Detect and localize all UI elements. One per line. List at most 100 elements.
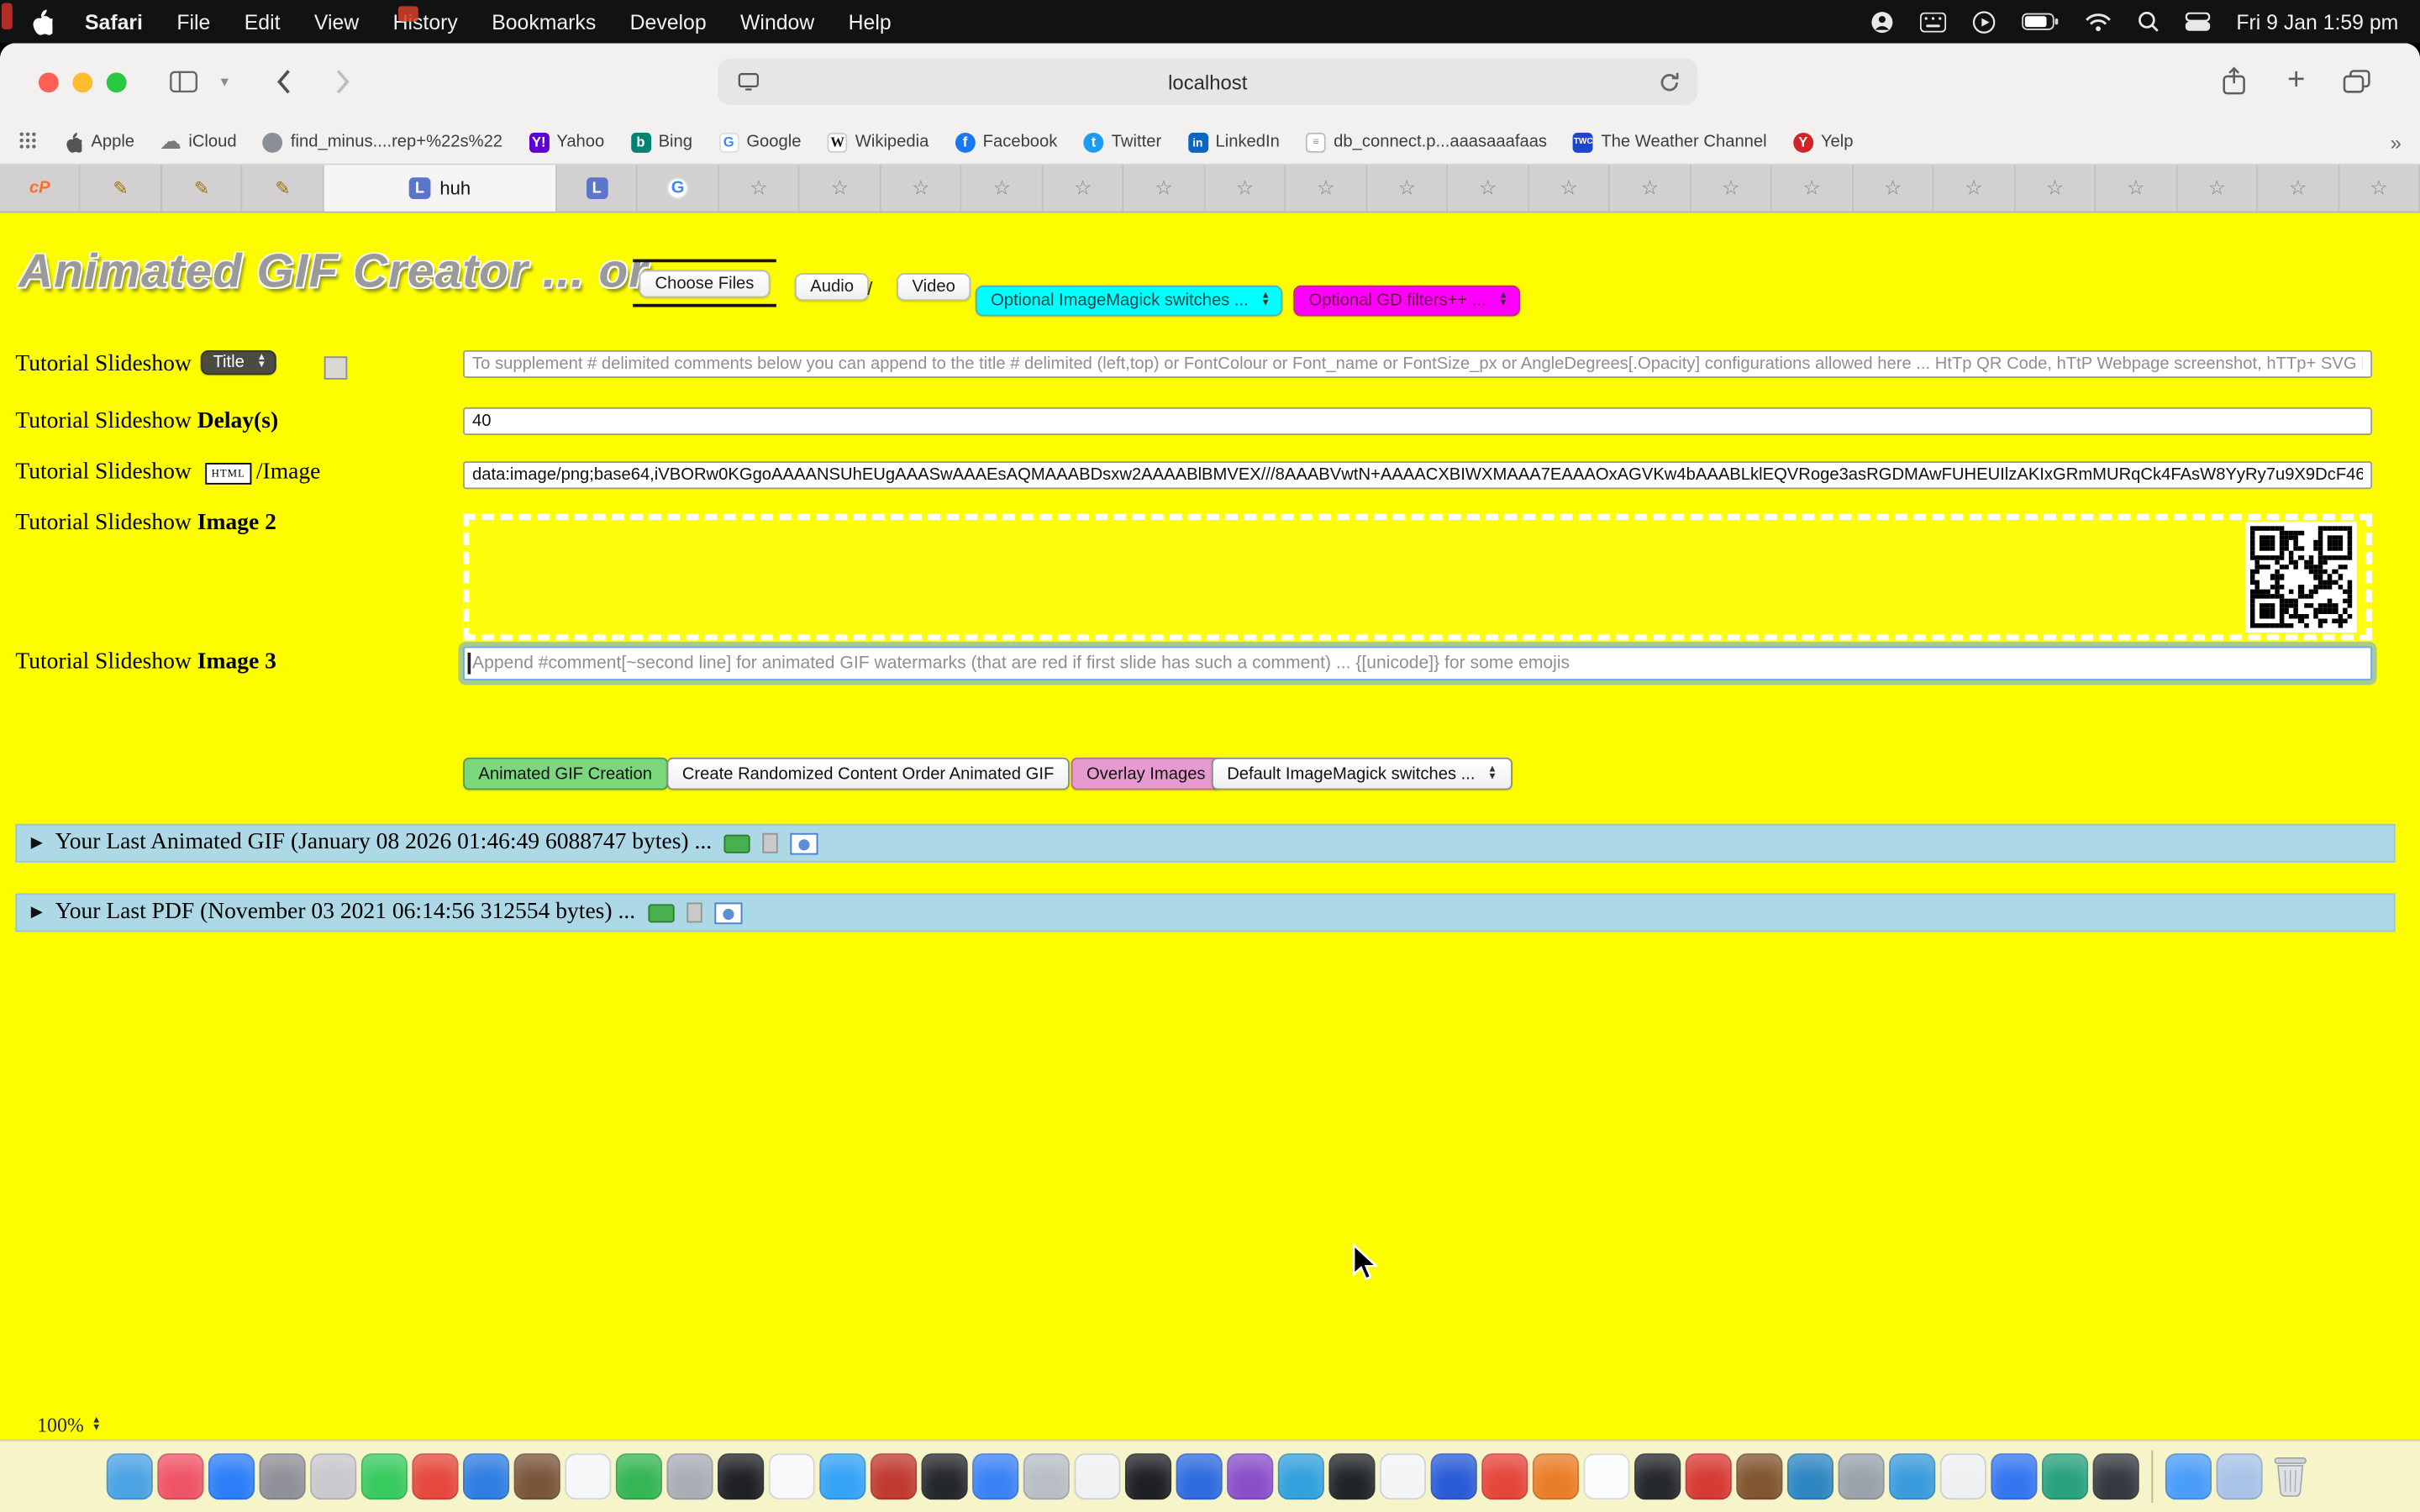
tab-editor-1[interactable]: ✎ (81, 165, 161, 212)
menu-develop[interactable]: Develop (613, 10, 723, 34)
menu-window[interactable]: Window (723, 10, 832, 34)
dock-downloads-folder[interactable] (2165, 1453, 2212, 1499)
menu-view[interactable]: View (297, 10, 376, 34)
tab-bookmarked-2[interactable]: ☆ (800, 165, 881, 212)
dock-app-books[interactable] (514, 1453, 560, 1499)
last-animated-gif-summary[interactable]: ▶ Your Last Animated GIF (January 08 202… (15, 824, 2395, 863)
dock-app-docs[interactable] (1991, 1453, 2037, 1499)
delay-input[interactable] (463, 407, 2372, 435)
menu-edit[interactable]: Edit (228, 10, 297, 34)
favorite-google[interactable]: GGoogle (718, 132, 801, 152)
address-bar[interactable]: localhost (718, 59, 1697, 105)
dock-app-photos[interactable] (565, 1453, 611, 1499)
dock-trash[interactable] (2267, 1453, 2313, 1499)
dock-app-notes[interactable] (1583, 1453, 1629, 1499)
choose-files-button[interactable]: Choose Files (639, 270, 770, 297)
title-config-input[interactable] (463, 350, 2372, 378)
control-center-icon[interactable] (2186, 13, 2210, 31)
image-thumbnail-icon[interactable] (791, 832, 818, 854)
image-thumbnail-icon[interactable] (714, 902, 742, 924)
tab-bookmarked-21[interactable]: ☆ (2339, 165, 2420, 212)
gd-filters-select[interactable]: Optional GD filters++ ...▲▼ (1293, 286, 1520, 317)
menu-safari[interactable]: Safari (68, 10, 160, 34)
tab-bookmarked-20[interactable]: ☆ (2258, 165, 2338, 212)
tab-bookmarked-12[interactable]: ☆ (1610, 165, 1691, 212)
tab-bookmarked-17[interactable]: ☆ (2015, 165, 2096, 212)
tab-bookmarked-3[interactable]: ☆ (881, 165, 962, 212)
dock-app-dropbox[interactable] (1787, 1453, 1833, 1499)
animated-gif-creation-button[interactable]: Animated GIF Creation (463, 758, 667, 790)
dock-app-facetime[interactable] (412, 1453, 458, 1499)
tab-bookmarked-18[interactable]: ☆ (2096, 165, 2177, 212)
dock-app-filezilla[interactable] (871, 1453, 917, 1499)
menu-file[interactable]: File (160, 10, 227, 34)
tab-bookmarked-13[interactable]: ☆ (1691, 165, 1772, 212)
favorite-bing[interactable]: bBing (631, 132, 693, 152)
video-button[interactable]: Video (897, 273, 971, 301)
image2-drop-zone[interactable] (463, 514, 2372, 641)
favorite-icloud[interactable]: ☁iCloud (160, 132, 236, 152)
favorite-facebook[interactable]: fFacebook (955, 132, 1058, 152)
dock-app-coffee[interactable] (1736, 1453, 1782, 1499)
dock-documents-folder[interactable] (2217, 1453, 2263, 1499)
font-colour-swatch[interactable] (324, 356, 348, 380)
dock-app-safari[interactable] (819, 1453, 865, 1499)
now-playing-icon[interactable] (1972, 10, 1996, 34)
file-thumbnail-icon[interactable] (687, 902, 702, 922)
minimize-window-button[interactable] (72, 72, 92, 92)
apple-menu[interactable] (15, 8, 67, 34)
dock-app-preview[interactable] (310, 1453, 356, 1499)
menu-help[interactable]: Help (831, 10, 908, 34)
sidebar-toggle-icon[interactable] (170, 71, 197, 100)
dock-app-developer[interactable] (1125, 1453, 1171, 1499)
dock-app-media-player[interactable] (1686, 1453, 1732, 1499)
dock-app-phone[interactable] (616, 1453, 662, 1499)
default-switches-select[interactable]: Default ImageMagick switches ...▲▼ (1212, 758, 1512, 790)
favorite-find-minus[interactable]: find_minus....rep+%22s%22 (263, 132, 502, 152)
favorites-overflow-chevron[interactable]: » (2391, 130, 2402, 154)
keyboard-icon[interactable] (1920, 12, 1946, 32)
image-data-input[interactable] (463, 461, 2372, 489)
share-icon[interactable] (2223, 66, 2246, 103)
dock-app-numbers[interactable] (1380, 1453, 1426, 1499)
dock-app-code-editor[interactable] (1328, 1453, 1375, 1499)
dock-app-terminal[interactable] (922, 1453, 968, 1499)
dock-app-sheets[interactable] (1940, 1453, 1986, 1499)
user-status-icon[interactable] (1870, 10, 1894, 34)
favorite-db-connect[interactable]: ≡db_connect.p...aaasaaafaas (1306, 132, 1547, 152)
menu-bookmarks[interactable]: Bookmarks (475, 10, 613, 34)
favorite-weather-channel[interactable]: TWCThe Weather Channel (1573, 132, 1766, 152)
menu-bar-clock[interactable]: Fri 9 Jan 1:59 pm (2236, 10, 2404, 34)
dock-app-word[interactable] (1431, 1453, 1477, 1499)
disclosure-triangle-icon[interactable]: ▶ (31, 904, 43, 921)
tab-editor-2[interactable]: ✎ (162, 165, 243, 212)
dock-app-steam[interactable] (2093, 1453, 2139, 1499)
tab-bookmarked-19[interactable]: ☆ (2177, 165, 2258, 212)
image3-input[interactable] (463, 647, 2372, 680)
dock-app-telegram[interactable] (1176, 1453, 1223, 1499)
gif-thumbnail-icon[interactable] (648, 903, 674, 921)
dock-app-firefox[interactable] (1533, 1453, 1579, 1499)
tab-bookmarked-10[interactable]: ☆ (1448, 165, 1528, 212)
tab-editor-3[interactable]: ✎ (243, 165, 324, 212)
dock-app-finder[interactable] (107, 1453, 153, 1499)
title-select[interactable]: Title▲▼ (201, 350, 276, 375)
tab-localhost-2[interactable]: L (557, 165, 638, 212)
tab-google[interactable]: G (638, 165, 718, 212)
html-badge-button[interactable]: HTML (205, 463, 251, 485)
tab-bookmarked-1[interactable]: ☆ (719, 165, 800, 212)
close-window-button[interactable] (39, 72, 59, 92)
forward-button[interactable] (334, 66, 352, 105)
tab-active-huh[interactable]: L huh (324, 165, 557, 212)
audio-button[interactable]: Audio (795, 273, 869, 301)
gif-thumbnail-icon[interactable] (724, 834, 750, 853)
tab-bookmarked-11[interactable]: ☆ (1529, 165, 1610, 212)
menu-history[interactable]: History (376, 10, 475, 34)
dock-app-github[interactable] (1634, 1453, 1681, 1499)
favorites-grid-icon[interactable] (18, 130, 37, 154)
dock-app-spotify[interactable] (2042, 1453, 2088, 1499)
reload-icon[interactable] (1659, 71, 1681, 98)
dock-app-calculator[interactable] (666, 1453, 713, 1499)
battery-icon[interactable] (2022, 13, 2059, 31)
spotlight-icon[interactable] (2138, 11, 2160, 33)
